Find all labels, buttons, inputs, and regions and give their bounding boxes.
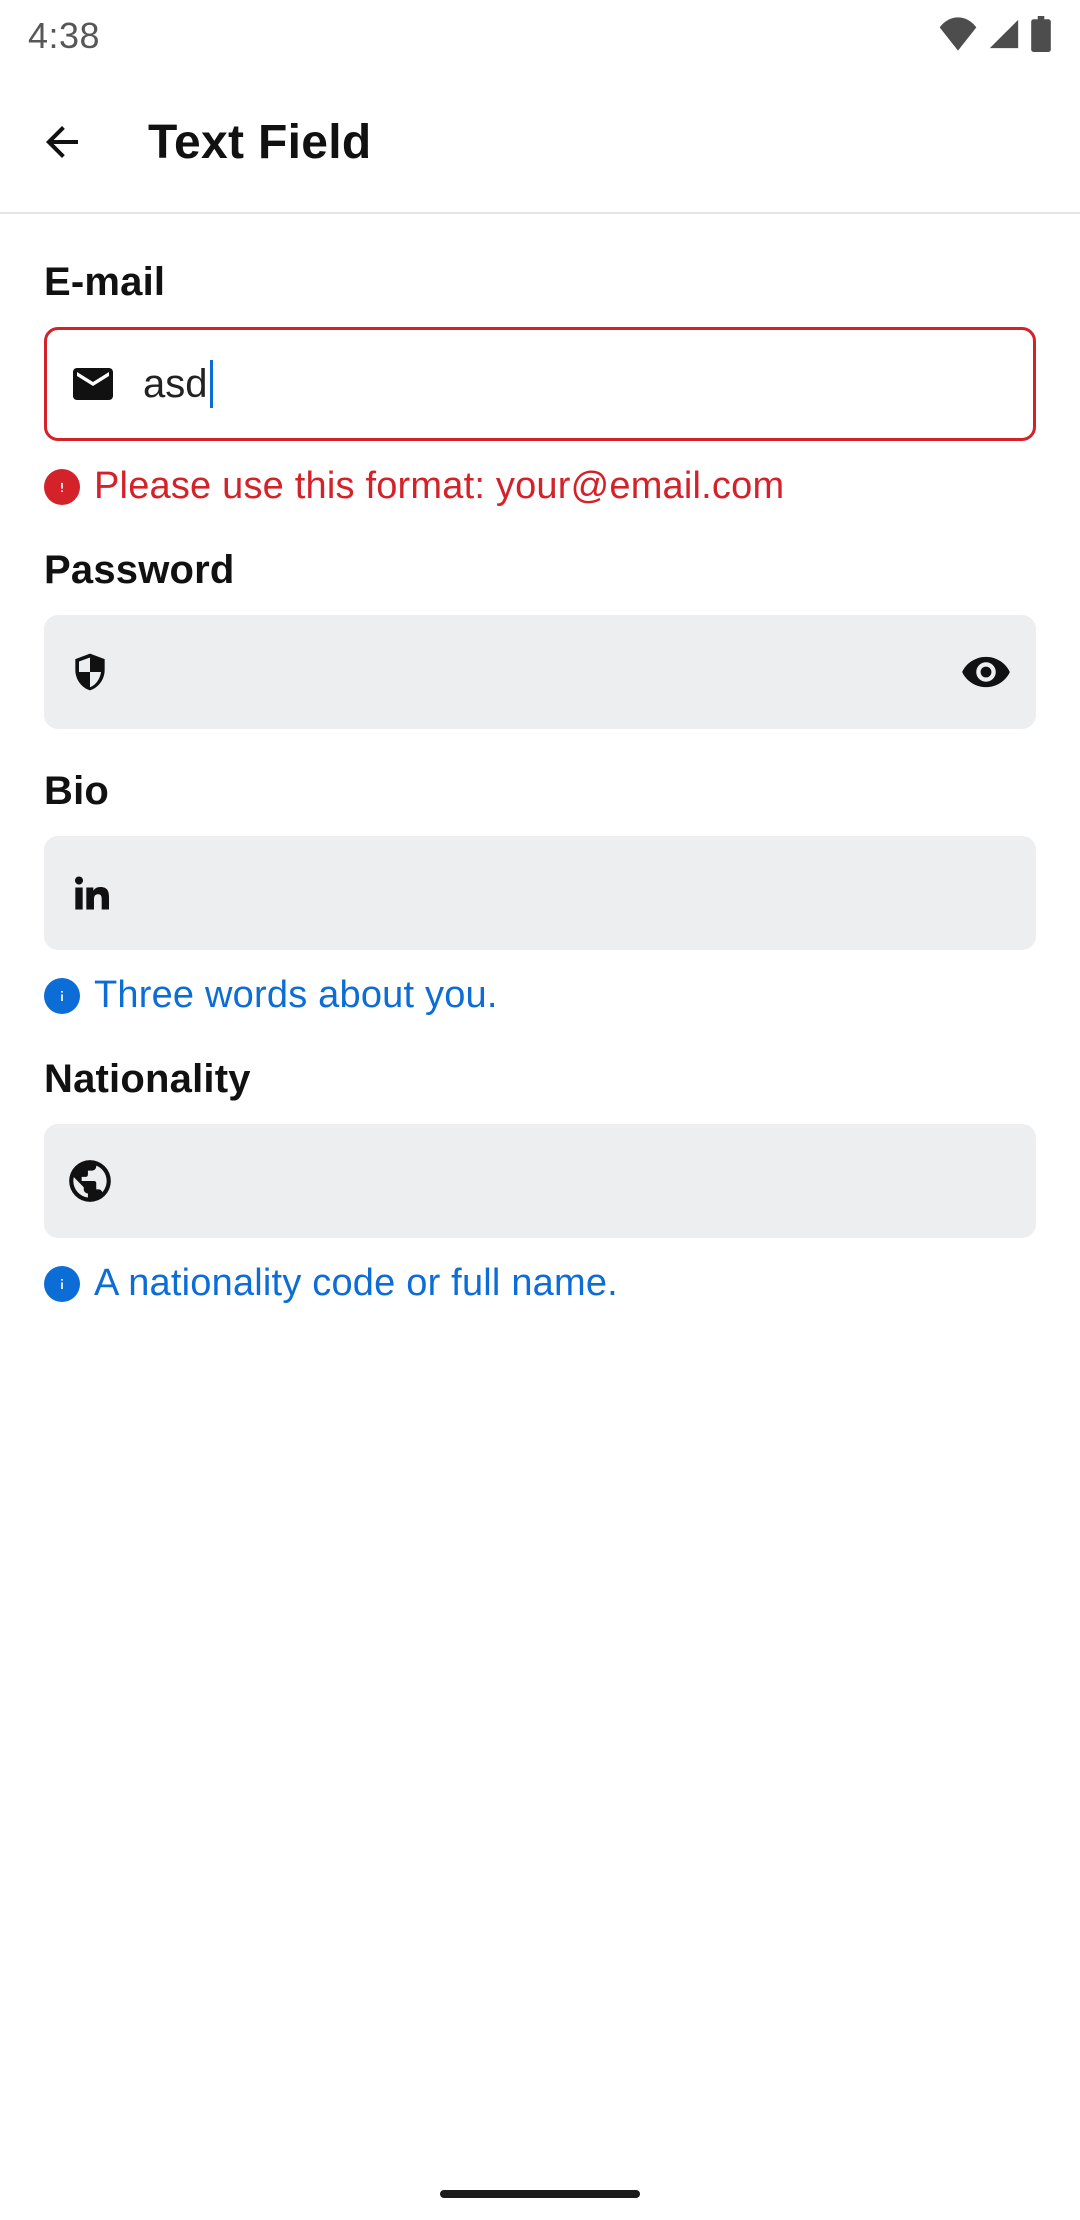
nationality-label: Nationality xyxy=(44,1057,1036,1102)
text-cursor xyxy=(210,360,213,408)
email-label: E-mail xyxy=(44,260,1036,305)
email-error: Please use this format: your@email.com xyxy=(44,465,1036,508)
bio-input[interactable] xyxy=(44,836,1036,950)
form: E-mail asd Please use this format: your@… xyxy=(0,214,1080,1305)
password-field-group: Password xyxy=(44,548,1036,729)
mail-icon xyxy=(65,356,121,412)
app-bar: Text Field xyxy=(0,72,1080,212)
back-button[interactable] xyxy=(30,110,94,174)
info-icon xyxy=(44,978,80,1014)
nationality-field-group: Nationality A nationality code or full n… xyxy=(44,1057,1036,1305)
email-field-group: E-mail asd Please use this format: your@… xyxy=(44,260,1036,508)
eye-icon[interactable] xyxy=(958,644,1014,700)
status-bar: 4:38 xyxy=(0,0,1080,72)
password-label: Password xyxy=(44,548,1036,593)
password-input[interactable] xyxy=(44,615,1036,729)
email-error-text: Please use this format: your@email.com xyxy=(94,465,784,508)
email-input[interactable]: asd xyxy=(44,327,1036,441)
bio-field-group: Bio Three words about you. xyxy=(44,769,1036,1017)
status-clock: 4:38 xyxy=(28,15,100,57)
cell-signal-icon xyxy=(986,17,1022,56)
page-title: Text Field xyxy=(148,115,371,170)
nationality-input[interactable] xyxy=(44,1124,1036,1238)
bio-label: Bio xyxy=(44,769,1036,814)
nationality-hint-text: A nationality code or full name. xyxy=(94,1262,618,1305)
shield-icon xyxy=(62,644,118,700)
info-icon xyxy=(44,1266,80,1302)
nav-handle[interactable] xyxy=(440,2190,640,2198)
email-value: asd xyxy=(143,360,213,408)
globe-icon xyxy=(62,1153,118,1209)
email-text: asd xyxy=(143,362,208,407)
nationality-hint: A nationality code or full name. xyxy=(44,1262,1036,1305)
status-icons xyxy=(938,16,1052,57)
linkedin-icon xyxy=(62,865,118,921)
bio-hint: Three words about you. xyxy=(44,974,1036,1017)
battery-icon xyxy=(1030,16,1052,57)
bio-hint-text: Three words about you. xyxy=(94,974,498,1017)
error-icon xyxy=(44,469,80,505)
wifi-icon xyxy=(938,17,978,56)
